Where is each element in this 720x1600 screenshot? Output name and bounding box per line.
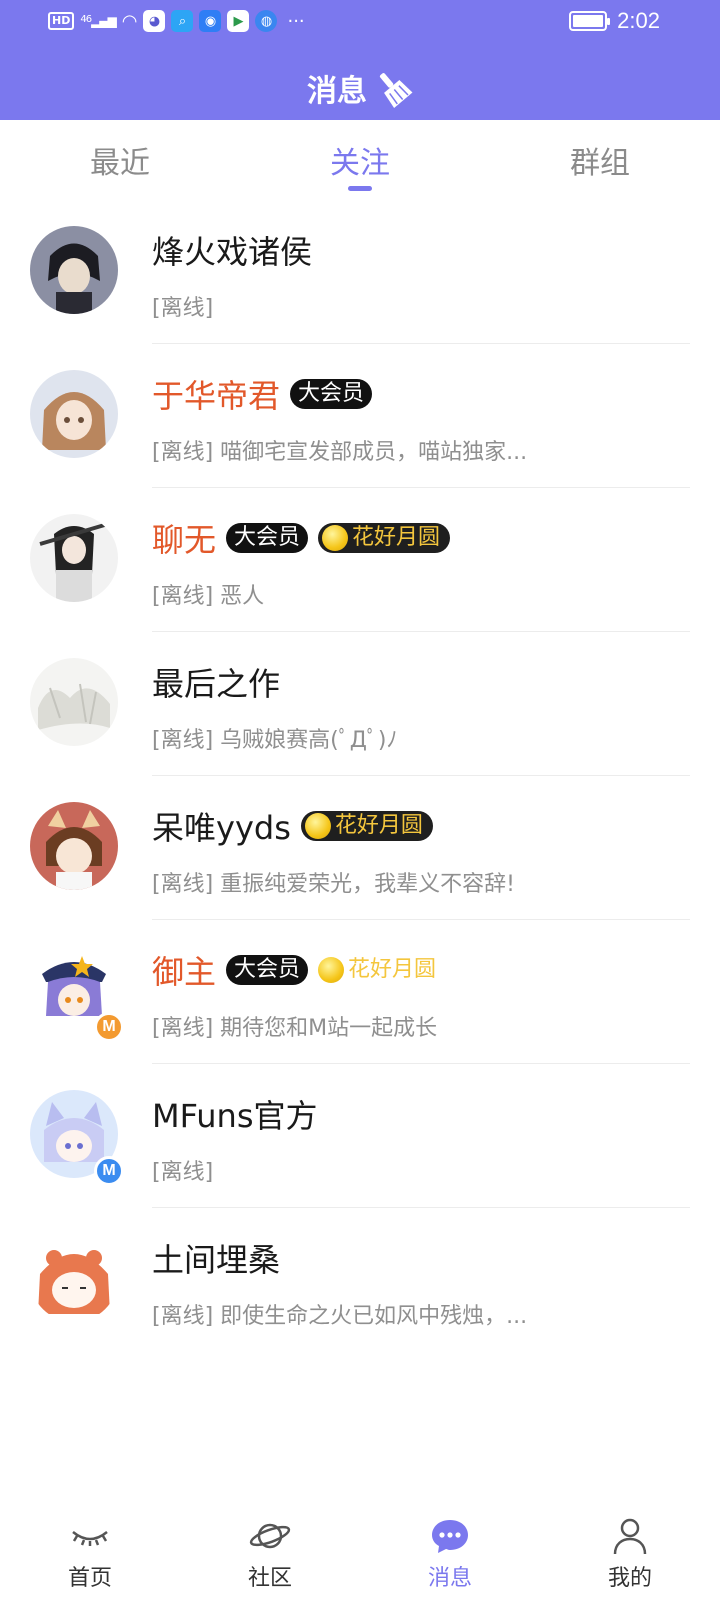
bulb-app-icon: ◉ xyxy=(199,10,222,32)
list-item[interactable]: 于华帝君 大会员 [离线] 喵御宅宣发部成员，喵站独家... xyxy=(0,344,720,488)
avatar[interactable] xyxy=(30,226,118,314)
name-row: 呆唯yyds 花好月圆 xyxy=(152,804,433,848)
name-row: 御主 大会员 花好月圆 xyxy=(152,948,446,992)
list-item[interactable]: 呆唯yyds 花好月圆 [离线] 重振纯爱荣光，我辈义不容辞! xyxy=(0,776,720,920)
status-time: 2:02 xyxy=(617,8,660,33)
moon-icon xyxy=(322,525,349,551)
contact-preview: [离线] 重振纯爱荣光，我辈义不容辞! xyxy=(152,872,515,897)
contact-preview: [离线] xyxy=(152,1160,214,1185)
list-item[interactable]: 烽火戏诸侯 [离线] xyxy=(0,200,720,344)
nav-home[interactable]: 首页 xyxy=(0,1500,180,1600)
tab-label: 群组 xyxy=(570,146,630,181)
moon-badge-label: 花好月圆 xyxy=(348,957,437,982)
avatar[interactable] xyxy=(30,514,118,602)
contact-preview: [离线] 期待您和M站一起成长 xyxy=(152,1016,438,1041)
wifi-icon: ◠ xyxy=(121,10,138,32)
nav-label: 消息 xyxy=(427,1566,472,1591)
nav-community[interactable]: 社区 xyxy=(180,1500,360,1600)
name-row: 于华帝君 大会员 xyxy=(152,372,373,416)
nav-label: 社区 xyxy=(247,1566,292,1591)
list-item[interactable]: 土间埋桑 [离线] 即使生命之火已如风中残烛，... xyxy=(0,1208,720,1352)
moon-icon xyxy=(318,957,345,983)
hd-indicator: HD xyxy=(48,12,75,30)
status-left: HD 46▂▄▆ ◠ ◕ ⌕ ◉ ▶ ◍ ··· xyxy=(48,10,305,32)
list-item[interactable]: 最后之作 [离线] 乌贼娘赛高(ﾟДﾟ)ﾉ xyxy=(0,632,720,776)
avatar[interactable] xyxy=(30,658,118,746)
avatar[interactable] xyxy=(30,1234,118,1322)
status-bar: HD 46▂▄▆ ◠ ◕ ⌕ ◉ ▶ ◍ ··· 2:02 xyxy=(0,0,720,46)
page-title: 消息 xyxy=(307,74,367,109)
person-icon xyxy=(613,1518,647,1555)
baidu-app-icon: ◕ xyxy=(143,10,166,32)
contact-name: 土间埋桑 xyxy=(152,1241,281,1279)
nav-label: 首页 xyxy=(67,1566,112,1591)
moon-icon xyxy=(304,813,331,839)
more-notifications-icon: ··· xyxy=(287,10,305,32)
browser-app-icon: ◍ xyxy=(255,10,278,32)
broom-icon[interactable] xyxy=(373,68,413,108)
list-item[interactable]: M 御主 大会员 花好月圆 [离线] 期待您和M站一起成长 xyxy=(0,920,720,1064)
nav-messages[interactable]: 消息 xyxy=(360,1500,540,1600)
contact-preview: [离线] 乌贼娘赛高(ﾟДﾟ)ﾉ xyxy=(152,728,398,753)
tab-label: 最近 xyxy=(90,146,150,181)
vip-badge: 大会员 xyxy=(226,955,309,985)
name-row: 烽火戏诸侯 xyxy=(152,228,312,272)
contact-name: 最后之作 xyxy=(152,665,281,703)
message-tabs: 最近 关注 群组 xyxy=(0,120,720,200)
tab-groups[interactable]: 群组 xyxy=(480,120,720,200)
moon-badge: 花好月圆 xyxy=(318,955,446,985)
m-badge: M xyxy=(94,1012,124,1042)
signal-icon: 46▂▄▆ xyxy=(80,14,116,28)
bottom-nav: 首页 社区 消息 我的 xyxy=(0,1500,720,1600)
vip-badge: 大会员 xyxy=(290,379,373,409)
status-right: 2:02 xyxy=(569,8,660,34)
chat-bubble-icon xyxy=(432,1520,468,1553)
contact-name: 御主 xyxy=(152,953,217,991)
moon-badge-label: 花好月圆 xyxy=(334,813,423,838)
name-row: 聊无 大会员 花好月圆 xyxy=(152,516,451,560)
moon-badge: 花好月圆 xyxy=(318,523,451,553)
contact-name: 烽火戏诸侯 xyxy=(152,233,313,271)
contact-name: 聊无 xyxy=(152,521,217,559)
search-app-icon: ⌕ xyxy=(171,10,194,32)
vip-badge: 大会员 xyxy=(226,523,309,553)
contact-name: 于华帝君 xyxy=(152,377,281,415)
nav-profile[interactable]: 我的 xyxy=(540,1500,720,1600)
contact-preview: [离线] xyxy=(152,296,214,321)
title-row: 消息 xyxy=(0,66,720,110)
moon-badge: 花好月圆 xyxy=(300,811,433,841)
video-app-icon: ▶ xyxy=(227,10,250,32)
active-tab-indicator xyxy=(348,186,372,191)
m-badge: M xyxy=(94,1156,124,1186)
list-item[interactable]: M MFuns官方 [离线] xyxy=(0,1064,720,1208)
tab-label: 关注 xyxy=(330,146,390,181)
contact-preview: [离线] 恶人 xyxy=(152,584,265,609)
name-row: 土间埋桑 xyxy=(152,1236,280,1280)
name-row: MFuns官方 xyxy=(152,1092,318,1136)
tab-recent[interactable]: 最近 xyxy=(0,120,240,200)
contact-name: MFuns官方 xyxy=(152,1097,318,1135)
app-header: HD 46▂▄▆ ◠ ◕ ⌕ ◉ ▶ ◍ ··· 2:02 消息 xyxy=(0,0,720,120)
tab-following[interactable]: 关注 xyxy=(240,120,480,200)
contact-preview: [离线] 即使生命之火已如风中残烛，... xyxy=(152,1304,528,1329)
moon-badge-label: 花好月圆 xyxy=(352,525,441,550)
battery-icon xyxy=(569,11,611,31)
contact-name: 呆唯yyds xyxy=(152,809,291,847)
avatar[interactable] xyxy=(30,802,118,890)
eye-closed-icon xyxy=(72,1531,108,1546)
contact-list: 烽火戏诸侯 [离线] 于华帝君 大会员 [离线] 喵御宅宣发部成员，喵站独家..… xyxy=(0,200,720,1352)
signal-label: 46 xyxy=(80,14,92,25)
avatar[interactable] xyxy=(30,370,118,458)
name-row: 最后之作 xyxy=(152,660,280,704)
planet-icon xyxy=(249,1523,291,1549)
nav-label: 我的 xyxy=(607,1566,652,1591)
contact-preview: [离线] 喵御宅宣发部成员，喵站独家... xyxy=(152,440,528,465)
list-item[interactable]: 聊无 大会员 花好月圆 [离线] 恶人 xyxy=(0,488,720,632)
